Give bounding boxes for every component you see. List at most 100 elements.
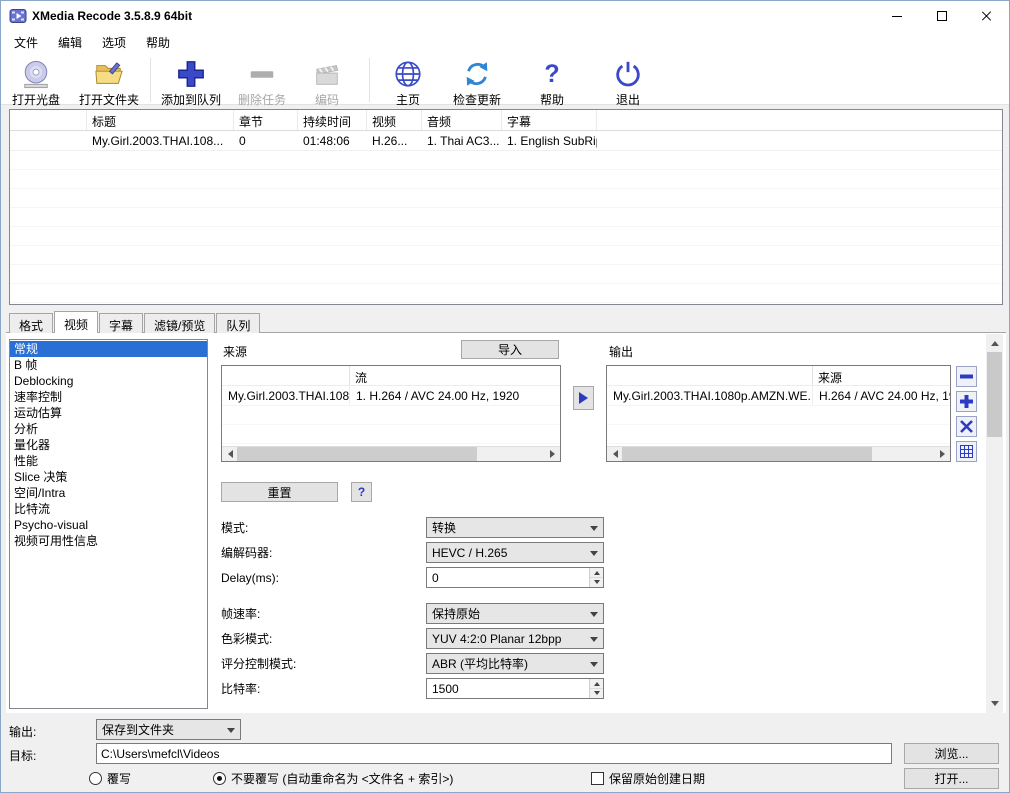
output-mode-select[interactable]: 保存到文件夹 bbox=[96, 719, 241, 740]
table-row[interactable]: My.Girl.2003.THAI.108... 0 01:48:06 H.26… bbox=[10, 131, 1002, 151]
tab-subtitle[interactable]: 字幕 bbox=[99, 313, 143, 333]
sidebar-item-deblocking[interactable]: Deblocking bbox=[10, 373, 207, 389]
output-horizontal-scrollbar[interactable] bbox=[607, 446, 950, 461]
cell-video: H.26... bbox=[367, 131, 422, 150]
overwrite-radio[interactable]: 覆写 bbox=[89, 770, 131, 787]
sidebar-item-performance[interactable]: 性能 bbox=[10, 453, 207, 469]
delete-stream-button[interactable] bbox=[956, 416, 977, 437]
exit-button[interactable]: 退出 bbox=[598, 58, 658, 108]
browse-button[interactable]: 浏览... bbox=[904, 743, 999, 764]
toolbar-separator bbox=[150, 58, 151, 102]
source-empty-row bbox=[222, 406, 560, 425]
sidebar-item-psycho-visual[interactable]: Psycho-visual bbox=[10, 517, 207, 533]
scroll-left-icon[interactable] bbox=[222, 447, 237, 462]
open-button[interactable]: 打开... bbox=[904, 768, 999, 789]
stream-properties-button[interactable] bbox=[956, 441, 977, 462]
scroll-right-icon[interactable] bbox=[545, 447, 560, 462]
home-button[interactable]: 主页 bbox=[380, 58, 436, 108]
column-header-duration[interactable]: 持续时间 bbox=[298, 110, 367, 130]
window-title: XMedia Recode 3.5.8.9 64bit bbox=[32, 9, 192, 23]
help-button[interactable]: ? 帮助 bbox=[524, 58, 580, 108]
sidebar-item-analysis[interactable]: 分析 bbox=[10, 421, 207, 437]
source-horizontal-scrollbar[interactable] bbox=[222, 446, 560, 461]
menu-options[interactable]: 选项 bbox=[92, 31, 136, 54]
output-stream-row[interactable]: My.Girl.2003.THAI.1080p.AMZN.WE... H.264… bbox=[607, 386, 950, 406]
scroll-right-icon[interactable] bbox=[935, 447, 950, 462]
keep-date-checkbox[interactable]: 保留原始创建日期 bbox=[591, 770, 705, 787]
import-button[interactable]: 导入 bbox=[461, 340, 559, 359]
sidebar-item-bitstream[interactable]: 比特流 bbox=[10, 501, 207, 517]
settings-help-button[interactable]: ? bbox=[351, 482, 372, 502]
app-logo-icon bbox=[9, 7, 27, 25]
scroll-up-icon[interactable] bbox=[986, 334, 1003, 351]
sidebar-item-spatial-intra[interactable]: 空间/Intra bbox=[10, 485, 207, 501]
column-header-audio[interactable]: 音频 bbox=[422, 110, 502, 130]
sidebar-item-vui[interactable]: 视频可用性信息 bbox=[10, 533, 207, 549]
remove-stream-button[interactable] bbox=[956, 366, 977, 387]
form-row-bitrate: 比特率: 1500 bbox=[221, 678, 604, 699]
open-folder-button[interactable]: 打开文件夹 bbox=[73, 58, 145, 108]
scrollbar-thumb[interactable] bbox=[987, 352, 1002, 437]
remove-task-button[interactable]: 删除任务 bbox=[229, 58, 295, 108]
reset-button[interactable]: 重置 bbox=[221, 482, 338, 502]
minimize-button[interactable] bbox=[874, 1, 919, 31]
codec-select[interactable]: HEVC / H.265 bbox=[426, 542, 604, 563]
column-header-subtitle[interactable]: 字幕 bbox=[502, 110, 597, 130]
tab-filter-preview[interactable]: 滤镜/预览 bbox=[144, 313, 215, 333]
mode-select[interactable]: 转换 bbox=[426, 517, 604, 538]
bitrate-stepper[interactable]: 1500 bbox=[426, 678, 604, 699]
no-overwrite-radio[interactable]: 不要覆写 (自动重命名为 <文件名 + 索引>) bbox=[213, 770, 453, 787]
source-stream-list[interactable]: 流 My.Girl.2003.THAI.1080p.AMZN... 1. H.2… bbox=[221, 365, 561, 462]
spin-up-icon[interactable] bbox=[590, 679, 603, 689]
menu-edit[interactable]: 编辑 bbox=[48, 31, 92, 54]
form-row-delay: Delay(ms): 0 bbox=[221, 567, 604, 588]
output-stream-list[interactable]: 来源 My.Girl.2003.THAI.1080p.AMZN.WE... H.… bbox=[606, 365, 951, 462]
maximize-button[interactable] bbox=[919, 1, 964, 31]
source-stream-row[interactable]: My.Girl.2003.THAI.1080p.AMZN... 1. H.264… bbox=[222, 386, 560, 406]
settings-tabbar: 格式 视频 字幕 滤镜/预览 队列 bbox=[9, 311, 261, 333]
encode-button[interactable]: 编码 bbox=[299, 58, 355, 108]
close-button[interactable] bbox=[964, 1, 1009, 31]
framerate-select[interactable]: 保持原始 bbox=[426, 603, 604, 624]
column-header-title[interactable]: 标题 bbox=[87, 110, 234, 130]
output-list-header: 来源 bbox=[607, 366, 950, 386]
column-header-blank[interactable] bbox=[10, 110, 87, 130]
tool-label: 退出 bbox=[616, 91, 640, 108]
tab-video[interactable]: 视频 bbox=[54, 311, 98, 333]
title-bar: XMedia Recode 3.5.8.9 64bit bbox=[1, 1, 1009, 31]
panel-vertical-scrollbar[interactable] bbox=[986, 334, 1003, 713]
close-icon bbox=[981, 10, 993, 22]
output-source-column-header[interactable]: 来源 bbox=[812, 366, 950, 385]
spin-down-icon[interactable] bbox=[590, 578, 603, 587]
add-stream-button[interactable] bbox=[956, 391, 977, 412]
spin-up-icon[interactable] bbox=[590, 568, 603, 578]
tab-format[interactable]: 格式 bbox=[9, 313, 53, 333]
delay-stepper[interactable]: 0 bbox=[426, 567, 604, 588]
column-header-chapter[interactable]: 章节 bbox=[234, 110, 298, 130]
sidebar-item-motion-estimation[interactable]: 运动估算 bbox=[10, 405, 207, 421]
job-list-table: 标题 章节 持续时间 视频 音频 字幕 My.Girl.2003.THAI.10… bbox=[9, 109, 1003, 305]
scrollbar-thumb[interactable] bbox=[237, 447, 477, 462]
menu-file[interactable]: 文件 bbox=[4, 31, 48, 54]
column-header-video[interactable]: 视频 bbox=[367, 110, 422, 130]
tab-queue[interactable]: 队列 bbox=[216, 313, 260, 333]
open-disc-button[interactable]: 打开光盘 bbox=[7, 58, 65, 108]
sidebar-item-slice-decision[interactable]: Slice 决策 bbox=[10, 469, 207, 485]
source-stream-column-header[interactable]: 流 bbox=[349, 366, 560, 385]
spin-down-icon[interactable] bbox=[590, 689, 603, 698]
scroll-left-icon[interactable] bbox=[607, 447, 622, 462]
scroll-down-icon[interactable] bbox=[986, 696, 1003, 713]
check-update-button[interactable]: 检查更新 bbox=[444, 58, 510, 108]
add-to-queue-button[interactable]: 添加到队列 bbox=[155, 58, 227, 108]
target-path-input[interactable]: C:\Users\mefcl\Videos bbox=[96, 743, 892, 764]
scrollbar-thumb[interactable] bbox=[622, 447, 872, 462]
sidebar-item-general[interactable]: 常规 bbox=[10, 341, 207, 357]
menu-help[interactable]: 帮助 bbox=[136, 31, 180, 54]
sidebar-item-rate-control[interactable]: 速率控制 bbox=[10, 389, 207, 405]
sidebar-item-quantizer[interactable]: 量化器 bbox=[10, 437, 207, 453]
check-update-icon bbox=[461, 58, 493, 90]
apply-stream-button[interactable] bbox=[573, 386, 594, 410]
colormode-select[interactable]: YUV 4:2:0 Planar 12bpp bbox=[426, 628, 604, 649]
sidebar-item-bframes[interactable]: B 帧 bbox=[10, 357, 207, 373]
ratecontrol-select[interactable]: ABR (平均比特率) bbox=[426, 653, 604, 674]
